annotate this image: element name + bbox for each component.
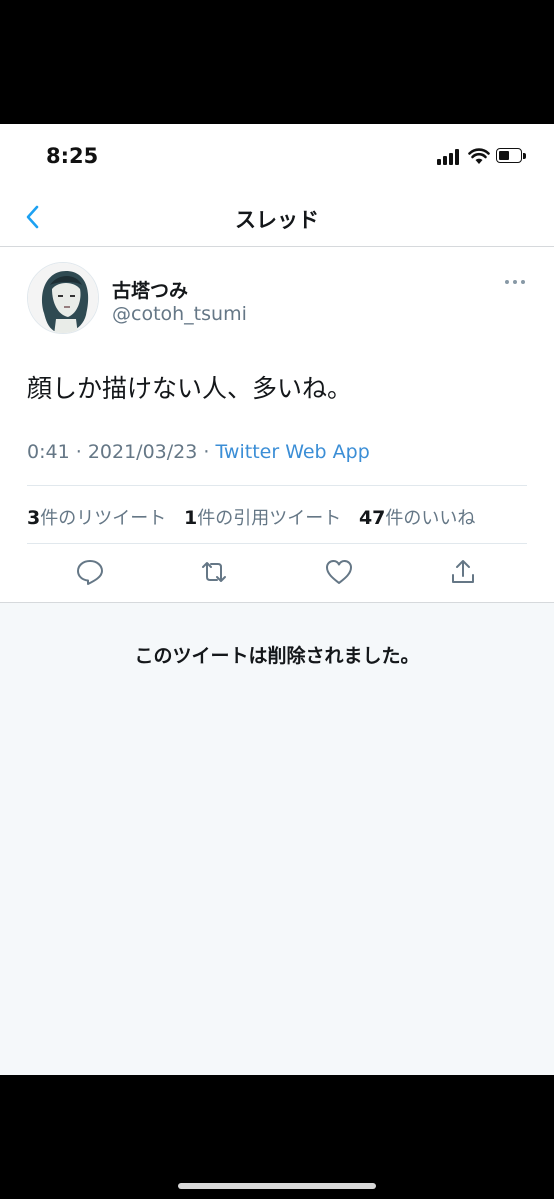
- status-bar: 8:25: [0, 124, 554, 188]
- like-icon[interactable]: [324, 557, 354, 587]
- retweets-stat[interactable]: 3件のリツイート: [27, 507, 167, 529]
- divider: [27, 543, 527, 544]
- wifi-icon: [468, 148, 490, 164]
- retweets-label: 件のリツイート: [40, 508, 167, 529]
- share-icon[interactable]: [448, 557, 478, 587]
- home-indicator[interactable]: [178, 1183, 376, 1189]
- battery-icon: [496, 148, 526, 164]
- navigation-bar: スレッド: [0, 188, 554, 247]
- tweet-meta: 0:41 · 2021/03/23 · Twitter Web App: [27, 441, 370, 463]
- deleted-tweet-area: このツイートは削除されました。: [0, 602, 554, 1075]
- tweet-actions: [0, 547, 554, 601]
- bottom-black-bar: [0, 1075, 554, 1199]
- more-icon[interactable]: [500, 275, 530, 289]
- deleted-tweet-notice: このツイートは削除されました。: [134, 645, 420, 667]
- meta-separator: ·: [75, 441, 82, 463]
- top-black-bar: [0, 0, 554, 124]
- tweet-detail: 古塔つみ @cotoh_tsumi 顔しか描けない人、多いね。 0:41 · 2…: [0, 247, 554, 602]
- quotes-stat[interactable]: 1件の引用ツイート: [183, 507, 342, 529]
- tweet-text: 顔しか描けない人、多いね。: [27, 374, 353, 403]
- signal-icon: [437, 149, 463, 165]
- retweets-count: 3: [27, 507, 41, 529]
- tweet-stats: 3件のリツイート 1件の引用ツイート 47件のいいね: [27, 504, 475, 530]
- tweet-date: 2021/03/23: [87, 441, 198, 463]
- page-title: スレッド: [235, 208, 319, 232]
- reply-icon[interactable]: [75, 557, 105, 587]
- avatar[interactable]: [27, 262, 99, 334]
- meta-separator: ·: [203, 441, 210, 463]
- tweet-source-link[interactable]: Twitter Web App: [215, 441, 369, 463]
- quotes-count: 1: [183, 507, 198, 529]
- status-time: 8:25: [46, 144, 99, 168]
- app-screen: 8:25 スレッド 古塔つみ @cotoh_tsumi 顔しか描けない人、多いね…: [0, 124, 554, 1075]
- divider: [27, 485, 527, 486]
- likes-count: 47: [358, 507, 386, 529]
- retweet-icon[interactable]: [199, 557, 229, 587]
- quotes-label: 件の引用ツイート: [197, 508, 342, 529]
- tweet-time: 0:41: [27, 441, 70, 463]
- likes-stat[interactable]: 47件のいいね: [358, 507, 476, 529]
- author-display-name[interactable]: 古塔つみ: [112, 276, 188, 303]
- author-handle[interactable]: @cotoh_tsumi: [112, 303, 247, 325]
- likes-label: 件のいいね: [385, 508, 476, 529]
